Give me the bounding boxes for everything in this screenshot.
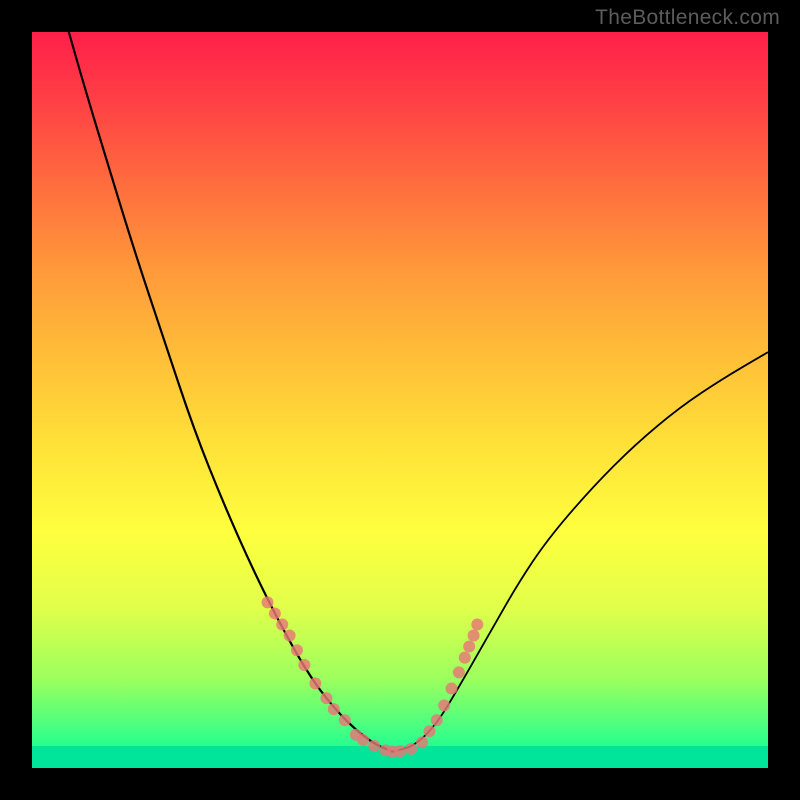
data-point: [309, 677, 321, 689]
data-point: [262, 596, 274, 608]
curve-lines: [69, 32, 768, 752]
data-point: [438, 699, 450, 711]
data-point: [368, 740, 380, 752]
data-point: [471, 618, 483, 630]
data-point: [339, 714, 351, 726]
chart-frame: TheBottleneck.com: [0, 0, 800, 800]
data-point: [459, 652, 471, 664]
chart-svg: [32, 32, 768, 768]
data-point: [284, 630, 296, 642]
data-point: [453, 666, 465, 678]
data-point: [291, 644, 303, 656]
data-point: [468, 630, 480, 642]
plot-area: [32, 32, 768, 768]
data-point: [357, 734, 369, 746]
watermark-text: TheBottleneck.com: [595, 6, 780, 30]
data-point: [269, 607, 281, 619]
data-point: [320, 692, 332, 704]
data-point: [298, 659, 310, 671]
curve-markers: [262, 596, 484, 757]
curve-left-branch: [69, 32, 393, 752]
data-point: [431, 714, 443, 726]
data-point: [463, 641, 475, 653]
data-point: [328, 703, 340, 715]
data-point: [394, 745, 406, 757]
data-point: [423, 725, 435, 737]
data-point: [446, 683, 458, 695]
data-point: [405, 743, 417, 755]
data-point: [276, 618, 288, 630]
data-point: [416, 736, 428, 748]
